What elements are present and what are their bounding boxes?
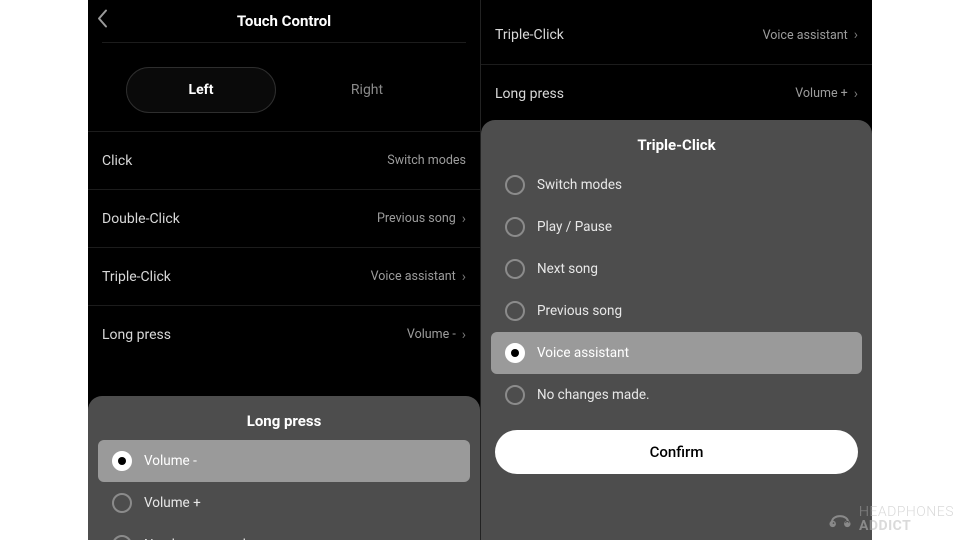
option-label: No changes made. [537, 387, 650, 403]
row-value: Volume +› [795, 86, 858, 102]
sheet-title: Triple-Click [481, 120, 872, 164]
option-voice-assistant[interactable]: Voice assistant [491, 332, 862, 374]
row-click[interactable]: Click Switch modes [88, 131, 480, 189]
chevron-right-icon: › [462, 327, 466, 343]
row-label: Click [102, 153, 132, 169]
radio-icon [505, 301, 525, 321]
chevron-right-icon: › [854, 27, 858, 43]
row-label: Triple-Click [102, 269, 171, 285]
row-value: Switch modes [387, 153, 466, 168]
option-label: Play / Pause [537, 219, 612, 235]
radio-icon [505, 385, 525, 405]
radio-icon [112, 535, 132, 540]
row-value: Voice assistant› [371, 269, 466, 285]
bottom-sheet-triple-click: Triple-Click Switch modes Play / Pause N… [481, 120, 872, 540]
option-next-song[interactable]: Next song [491, 248, 862, 290]
watermark-line1: HEADPHONES [859, 505, 954, 520]
option-label: Switch modes [537, 177, 622, 193]
radio-icon [112, 493, 132, 513]
option-label: Volume + [144, 495, 201, 511]
row-long-press[interactable]: Long press Volume +› [481, 64, 872, 122]
row-triple-click[interactable]: Triple-Click Voice assistant› [88, 247, 480, 305]
row-value: Volume -› [407, 327, 466, 343]
option-previous-song[interactable]: Previous song [491, 290, 862, 332]
sheet-title: Long press [88, 396, 480, 440]
option-label: Next song [537, 261, 598, 277]
option-switch-modes[interactable]: Switch modes [491, 164, 862, 206]
option-volume-up[interactable]: Volume + [98, 482, 470, 524]
chevron-right-icon: › [854, 86, 858, 102]
bottom-sheet-long-press: Long press Volume - Volume + No changes … [88, 396, 480, 540]
segment-left[interactable]: Left [126, 67, 276, 113]
chevron-right-icon: › [462, 269, 466, 285]
radio-icon [112, 451, 132, 471]
row-label: Triple-Click [495, 27, 564, 43]
radio-icon [505, 217, 525, 237]
chevron-right-icon: › [462, 211, 466, 227]
option-play-pause[interactable]: Play / Pause [491, 206, 862, 248]
row-value: Previous song› [377, 211, 466, 227]
radio-icon [505, 343, 525, 363]
row-label: Long press [102, 327, 171, 343]
option-volume-down[interactable]: Volume - [98, 440, 470, 482]
screen-triple-click-picker: Triple-Click Voice assistant› Long press… [480, 0, 872, 540]
row-label: Double-Click [102, 211, 180, 227]
divider [102, 42, 466, 43]
option-no-changes[interactable]: No changes made. [491, 374, 862, 416]
row-long-press[interactable]: Long press Volume -› [88, 305, 480, 363]
radio-icon [505, 175, 525, 195]
confirm-button[interactable]: Confirm [495, 430, 858, 474]
radio-icon [505, 259, 525, 279]
option-no-changes[interactable]: No changes made. [98, 524, 470, 540]
page-title: Touch Control [237, 12, 331, 30]
option-label: Volume - [144, 453, 197, 469]
segment-control: Left Right [102, 67, 466, 113]
row-triple-click[interactable]: Triple-Click Voice assistant› [481, 6, 872, 64]
back-icon[interactable] [96, 9, 110, 34]
row-value: Voice assistant› [763, 27, 858, 43]
header: Touch Control [88, 0, 480, 42]
screen-touch-control: Touch Control Left Right Click Switch mo… [88, 0, 480, 540]
watermark-line2: ADDICT [859, 519, 954, 534]
option-label: Voice assistant [537, 345, 629, 361]
option-label: Previous song [537, 303, 622, 319]
row-label: Long press [495, 86, 564, 102]
segment-right[interactable]: Right [292, 67, 442, 113]
row-double-click[interactable]: Double-Click Previous song› [88, 189, 480, 247]
